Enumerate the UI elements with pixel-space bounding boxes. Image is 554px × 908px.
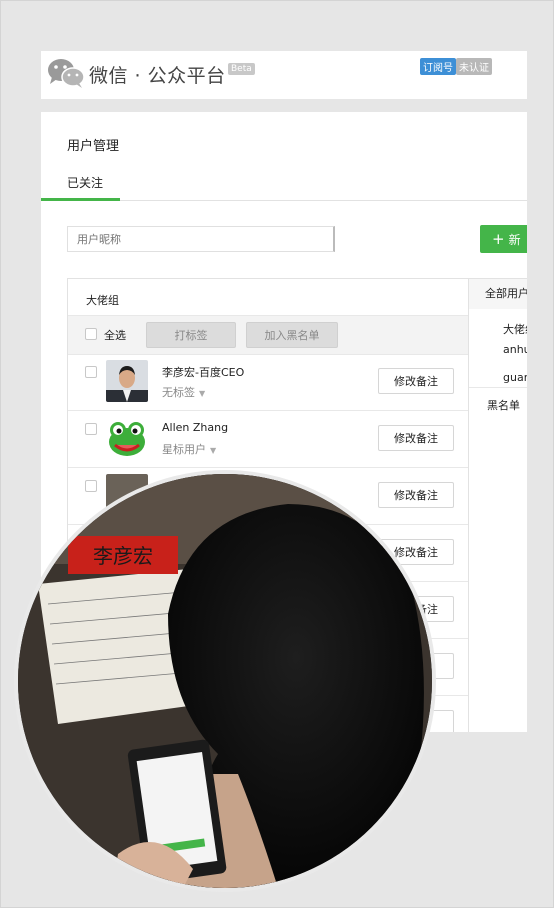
frog-avatar-icon <box>106 417 148 459</box>
new-tag-button[interactable]: + 新 <box>480 225 527 253</box>
unverified-badge[interactable]: 未认证 <box>456 58 492 75</box>
user-portrait-icon <box>106 360 148 402</box>
edit-remark-button[interactable]: 修改备注 <box>378 368 454 394</box>
sidebar-item-all-users[interactable]: 全部用户 <box>469 279 527 309</box>
platform-title: 微信 · 公众平台 <box>89 65 226 87</box>
avatar <box>106 417 148 459</box>
search-input[interactable] <box>67 226 335 252</box>
group-sidebar: 全部用户 大佬组 anhui guan 黑名单（ <box>469 278 527 429</box>
user-name: Allen Zhang <box>162 421 229 434</box>
edit-remark-button[interactable]: 修改备注 <box>378 482 454 508</box>
user-label-dropdown[interactable]: 星标用户 ▼ <box>162 441 216 457</box>
subscription-badge[interactable]: 订阅号 <box>420 58 456 75</box>
user-label-dropdown[interactable]: 无标签 ▼ <box>162 384 205 400</box>
sidebar-item-guan[interactable]: guan <box>503 371 527 384</box>
tag-button[interactable]: 打标签 <box>146 322 236 348</box>
user-name: 李彦宏-百度CEO <box>162 366 245 379</box>
sidebar-item-group[interactable]: 大佬组 <box>503 321 527 337</box>
chevron-down-icon: ▼ <box>199 389 206 398</box>
plus-icon: + <box>492 230 505 248</box>
user-label: 星标用户 <box>162 443 206 456</box>
sidebar-divider <box>469 387 527 388</box>
top-header: 微信 · 公众平台 Beta 订阅号 未认证 <box>41 51 527 99</box>
nameplate-text: 李彦宏 <box>93 544 153 568</box>
add-blacklist-button[interactable]: 加入黑名单 <box>246 322 338 348</box>
select-all-checkbox[interactable] <box>85 328 97 340</box>
wechat-logo-icon <box>48 59 85 88</box>
new-button-label: 新 <box>508 233 521 247</box>
chevron-down-icon: ▼ <box>210 446 217 455</box>
sidebar-item-blacklist[interactable]: 黑名单（ <box>487 397 527 413</box>
select-all-label: 全选 <box>104 329 126 342</box>
row-checkbox[interactable] <box>85 366 97 378</box>
group-title: 大佬组 <box>86 294 119 307</box>
user-label: 无标签 <box>162 386 195 399</box>
beta-badge: Beta <box>228 63 255 75</box>
edit-remark-button[interactable]: 修改备注 <box>378 425 454 451</box>
event-photo: 李彦宏 <box>14 470 436 892</box>
table-toolbar: 全选 打标签 加入黑名单 <box>68 315 468 355</box>
page-title: 用户管理 <box>67 139 120 154</box>
table-row: 李彦宏-百度CEO 无标签 ▼ 修改备注 <box>68 354 468 411</box>
person-with-phone-photo: 李彦宏 <box>18 474 432 888</box>
table-row: Allen Zhang 星标用户 ▼ 修改备注 <box>68 411 468 468</box>
row-checkbox[interactable] <box>85 423 97 435</box>
sidebar-item-anhui[interactable]: anhui <box>503 343 527 356</box>
tab-followed[interactable]: 已关注 <box>67 174 103 191</box>
row-checkbox[interactable] <box>85 480 97 492</box>
avatar <box>106 360 148 402</box>
tab-active-indicator <box>41 198 120 201</box>
